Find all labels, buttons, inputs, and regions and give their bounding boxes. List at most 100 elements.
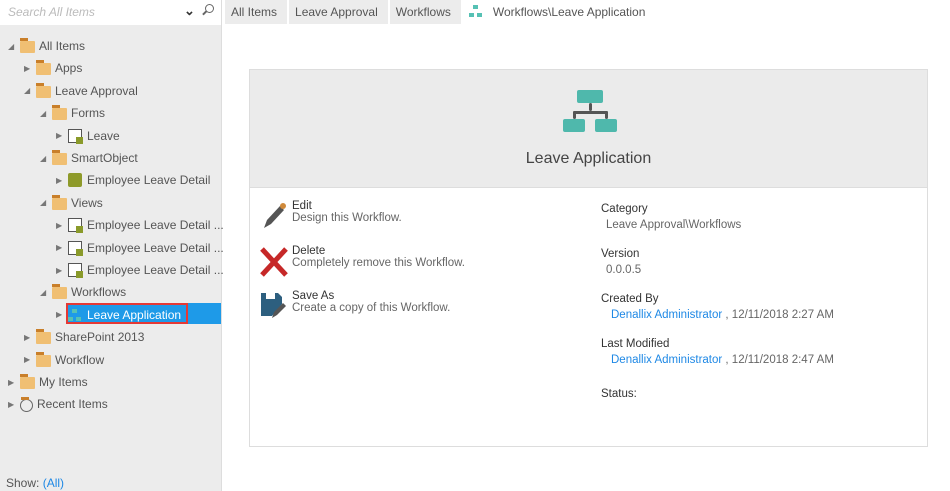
pencil-icon <box>264 203 286 228</box>
show-filter: Show: (All) <box>6 476 64 490</box>
expand-arrow-icon[interactable]: ▶ <box>56 266 68 275</box>
folder-icon <box>52 150 67 165</box>
folder-icon <box>36 351 51 367</box>
breadcrumb-current-label: Workflows\Leave Application <box>492 5 646 19</box>
folder-icon <box>52 284 67 300</box>
tree-item[interactable]: ▶ My Items <box>8 372 88 392</box>
save-as-icon <box>261 293 286 318</box>
tree-item[interactable]: ▶ Apps <box>24 58 82 78</box>
version-label: Version <box>601 248 640 260</box>
tree-item[interactable]: ▶ Recent Items <box>8 394 108 414</box>
collapse-arrow-icon[interactable]: ◢ <box>24 86 36 95</box>
clock-icon <box>20 396 33 412</box>
expand-arrow-icon[interactable]: ▶ <box>8 400 20 409</box>
tree-item[interactable]: ▶ Leave <box>56 126 120 146</box>
save-as-action[interactable]: Save As Create a copy of this Workflow. <box>260 290 450 322</box>
status-label: Status: <box>601 388 637 400</box>
delete-title: Delete <box>292 245 326 257</box>
show-all-link[interactable]: (All) <box>43 476 64 490</box>
breadcrumb-workflows[interactable]: Workflows <box>389 0 461 24</box>
modified-user-link[interactable]: Denallix Administrator <box>611 354 722 366</box>
tree-item-label: Views <box>71 195 103 210</box>
search-input[interactable] <box>8 5 178 19</box>
tree-item-label: Employee Leave Detail <box>87 173 211 188</box>
tree-item[interactable]: ◢ Views <box>40 193 103 213</box>
expand-arrow-icon[interactable]: ▶ <box>56 221 68 230</box>
category-property: Category Leave Approval\Workflows <box>601 203 741 231</box>
search-bar: ⌄ <box>0 0 221 25</box>
expand-arrow-icon[interactable]: ▶ <box>24 64 36 73</box>
collapse-arrow-icon[interactable]: ◢ <box>40 109 52 118</box>
tree-item[interactable]: ◢ Leave Approval <box>24 81 138 101</box>
tree-item-label: Leave Approval <box>55 83 138 98</box>
tree-item[interactable]: ◢ Workflows <box>40 282 126 302</box>
created-user-link[interactable]: Denallix Administrator <box>611 309 722 321</box>
modified-date: , 12/11/2018 2:47 AM <box>725 354 834 366</box>
collapse-arrow-icon[interactable]: ◢ <box>40 154 52 163</box>
breadcrumb-leave-approval[interactable]: Leave Approval <box>289 0 388 24</box>
delete-action[interactable]: Delete Completely remove this Workflow. <box>260 245 465 277</box>
status-property: Status: <box>601 388 637 400</box>
tree-item-label: Apps <box>55 61 83 76</box>
tree-item-label: Recent Items <box>37 397 108 412</box>
tree-item-label: Workflows <box>71 285 127 300</box>
item-card: Leave Application Edit Design this Workfl… <box>249 69 928 447</box>
tree-item[interactable]: ▶ Employee Leave Detail ... <box>56 215 224 235</box>
tree-item-label: Forms <box>71 106 105 121</box>
expand-arrow-icon[interactable]: ▶ <box>24 355 36 364</box>
selection-outline <box>66 303 188 324</box>
collapse-arrow-icon[interactable]: ◢ <box>8 42 20 51</box>
breadcrumb: All Items Leave Approval Workflows Workf… <box>225 0 657 24</box>
category-label: Category <box>601 203 648 215</box>
form-icon <box>68 128 83 144</box>
sidebar: ⌄ ◢ All Items ▶ Apps ◢ Leave Approval ◢ Forms ▶ L… <box>0 0 224 491</box>
tree-item[interactable]: ▶ Employee Leave Detail ... <box>56 238 224 258</box>
tree-item[interactable]: ▶ Workflow <box>24 350 104 370</box>
view-icon <box>68 263 83 278</box>
tree-item[interactable]: ◢ Forms <box>40 103 105 123</box>
folder-icon <box>52 105 67 121</box>
all-items-icon <box>20 38 35 53</box>
tree-item[interactable]: ◢ All Items <box>8 36 85 56</box>
expand-arrow-icon[interactable]: ▶ <box>56 176 68 185</box>
modified-property: Last Modified Denallix Administrator , 12… <box>601 338 834 366</box>
view-icon <box>68 240 83 256</box>
tree-item-label: Leave <box>87 128 120 143</box>
tree-item-label: My Items <box>39 375 88 389</box>
view-icon <box>68 218 83 234</box>
save-as-title: Save As <box>292 290 335 302</box>
tree-item-label: Workflow <box>55 352 105 367</box>
my-items-icon <box>20 374 35 389</box>
tree-item-label: SmartObject <box>71 151 138 165</box>
collapse-arrow-icon[interactable]: ◢ <box>40 288 52 297</box>
tree-item[interactable]: ▶ Employee Leave Detail ... <box>56 260 224 280</box>
expand-arrow-icon[interactable]: ▶ <box>56 131 68 140</box>
workflow-icon <box>468 5 483 17</box>
edit-action[interactable]: Edit Design this Workflow. <box>260 200 402 232</box>
card-header: Leave Application <box>250 70 927 188</box>
chevron-down-icon[interactable]: ⌄ <box>184 3 195 19</box>
delete-x-icon <box>260 247 288 277</box>
edit-desc: Design this Workflow. <box>292 212 402 224</box>
tree-item-label: All Items <box>39 39 86 53</box>
created-date: , 12/11/2018 2:27 AM <box>725 309 834 321</box>
collapse-arrow-icon[interactable]: ◢ <box>40 198 52 207</box>
tree-item-label: Employee Leave Detail ... <box>87 240 224 255</box>
folder-icon <box>36 60 51 76</box>
breadcrumb-current: Workflows\Leave Application <box>462 0 656 24</box>
workflow-icon <box>563 90 617 144</box>
edit-title: Edit <box>292 200 312 212</box>
delete-desc: Completely remove this Workflow. <box>292 257 465 269</box>
expand-arrow-icon[interactable]: ▶ <box>56 243 68 252</box>
folder-icon <box>36 82 51 98</box>
breadcrumb-all-items[interactable]: All Items <box>225 0 288 24</box>
version-value: 0.0.0.5 <box>606 264 642 276</box>
expand-arrow-icon[interactable]: ▶ <box>24 333 36 342</box>
tree-item[interactable]: ◢ SmartObject <box>40 148 138 168</box>
expand-arrow-icon[interactable]: ▶ <box>8 378 20 387</box>
save-as-desc: Create a copy of this Workflow. <box>292 302 451 314</box>
search-icon[interactable] <box>205 4 214 13</box>
tree-item[interactable]: ▶ SharePoint 2013 <box>24 327 144 347</box>
created-property: Created By Denallix Administrator , 12/11… <box>601 293 834 321</box>
tree-item[interactable]: ▶ Employee Leave Detail <box>56 170 210 190</box>
